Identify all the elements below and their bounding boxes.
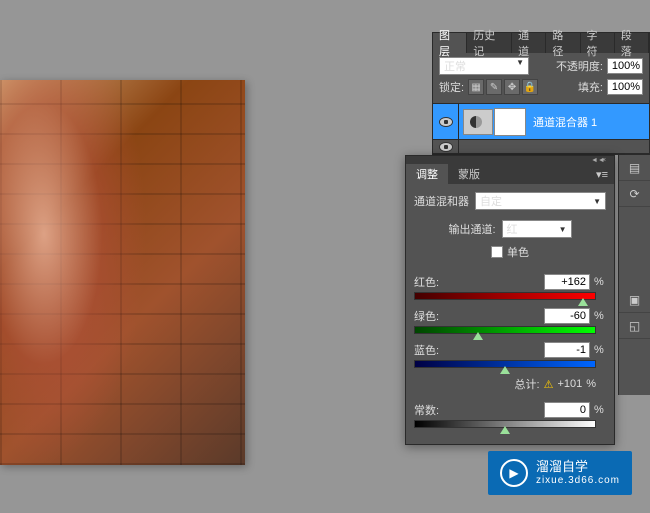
total-label: 总计: [515, 376, 540, 392]
layer-list: 通道混合器 1 [433, 103, 649, 154]
slider-green-input[interactable] [544, 308, 590, 324]
dock-icon[interactable]: ▤ [619, 155, 650, 181]
slider-constant-track[interactable] [414, 420, 596, 430]
dock-icon[interactable]: ◱ [619, 313, 650, 339]
visibility-toggle[interactable] [433, 104, 459, 139]
output-channel-select[interactable]: 红 ▼ [502, 220, 572, 238]
layers-panel-tabs: 图层 历史记 通道 路径 字符 段落 [433, 33, 649, 53]
slider-constant-label: 常数: [414, 402, 439, 418]
pct-label: % [586, 378, 596, 390]
blend-mode-value: 正常 [444, 61, 466, 73]
chevron-down-icon: ▼ [593, 197, 601, 206]
tab-paragraph[interactable]: 段落 [615, 33, 649, 53]
slider-green-track[interactable] [414, 326, 596, 336]
opacity-label: 不透明度: [556, 58, 603, 74]
output-channel-value: 红 [507, 221, 518, 237]
total-value: +101 [557, 378, 582, 390]
slider-green-label: 绿色: [414, 308, 439, 324]
opacity-input[interactable] [607, 58, 643, 74]
fill-input[interactable] [607, 79, 643, 95]
layer-row-channel-mixer[interactable]: 通道混合器 1 [433, 104, 649, 140]
right-dock-strip: ▤ ⟳ ▣ ◱ [618, 155, 650, 395]
slider-blue-input[interactable] [544, 342, 590, 358]
monochrome-label: 单色 [507, 244, 529, 260]
slider-blue: 蓝色: % [414, 342, 606, 370]
adjustments-panel: ◄◄ × 调整 蒙版 ▾≡ 通道混和器 自定 ▼ 输出通道: 红 ▼ 单色 [405, 155, 615, 445]
tab-history[interactable]: 历史记 [467, 33, 512, 53]
slider-red-label: 红色: [414, 274, 439, 290]
play-icon: ▶ [500, 459, 528, 487]
tab-paths[interactable]: 路径 [546, 33, 580, 53]
adjustments-tabs: 调整 蒙版 ▾≡ [406, 164, 614, 184]
mask-thumbnail [495, 109, 525, 135]
lock-all-icon[interactable]: 🔒 [522, 79, 538, 95]
slider-thumb-icon[interactable] [473, 332, 483, 340]
slider-thumb-icon[interactable] [500, 366, 510, 374]
watermark-url: zixue.3d66.com [536, 475, 620, 487]
pct-label: % [594, 344, 606, 356]
dock-icon[interactable]: ▣ [619, 287, 650, 313]
blend-mode-select[interactable]: 正常 ▼ [439, 57, 529, 75]
pct-label: % [594, 310, 606, 322]
collapse-icon[interactable]: ◄◄ [591, 157, 599, 163]
dock-icon[interactable]: ⟳ [619, 181, 650, 207]
preset-select[interactable]: 自定 ▼ [475, 192, 606, 210]
panel-menu-icon[interactable]: ▾≡ [596, 168, 608, 181]
warning-icon: ⚠ [544, 378, 554, 391]
tab-adjustments[interactable]: 调整 [406, 164, 448, 184]
adjustment-thumbnail [463, 109, 493, 135]
slider-thumb-icon[interactable] [578, 298, 588, 306]
lock-pixels-icon[interactable]: ✎ [486, 79, 502, 95]
pct-label: % [594, 276, 606, 288]
canvas-preview [0, 80, 245, 465]
slider-blue-label: 蓝色: [414, 342, 439, 358]
lock-icons: ▦ ✎ ✥ 🔒 [468, 79, 538, 95]
watermark-badge: ▶ 溜溜自学 zixue.3d66.com [488, 451, 632, 495]
eye-icon [439, 142, 453, 152]
tab-channels[interactable]: 通道 [512, 33, 546, 53]
layer-name: 通道混合器 1 [533, 114, 597, 130]
tab-character[interactable]: 字符 [581, 33, 615, 53]
slider-blue-track[interactable] [414, 360, 596, 370]
slider-green: 绿色: % [414, 308, 606, 336]
tab-masks[interactable]: 蒙版 [448, 164, 490, 184]
chevron-down-icon: ▼ [559, 225, 567, 234]
slider-red-input[interactable] [544, 274, 590, 290]
lock-position-icon[interactable]: ✥ [504, 79, 520, 95]
adjustment-title: 通道混和器 [414, 193, 469, 209]
monochrome-checkbox[interactable] [491, 246, 503, 258]
slider-thumb-icon[interactable] [500, 426, 510, 434]
layers-panel: 图层 历史记 通道 路径 字符 段落 正常 ▼ 不透明度: 锁定: ▦ ✎ ✥ … [432, 32, 650, 155]
close-icon[interactable]: × [602, 157, 610, 163]
layers-controls: 正常 ▼ 不透明度: 锁定: ▦ ✎ ✥ 🔒 填充: [433, 53, 649, 103]
slider-red-track[interactable] [414, 292, 596, 302]
slider-constant-input[interactable] [544, 402, 590, 418]
chevron-down-icon: ▼ [516, 58, 524, 67]
eye-icon [439, 117, 453, 127]
lock-label: 锁定: [439, 79, 464, 95]
fill-label: 填充: [578, 79, 603, 95]
slider-constant: 常数: % [414, 402, 606, 430]
slider-red: 红色: % [414, 274, 606, 302]
visibility-toggle[interactable] [433, 140, 459, 153]
output-channel-label: 输出通道: [448, 221, 495, 237]
preset-value: 自定 [480, 193, 502, 209]
layer-row[interactable] [433, 140, 649, 154]
watermark-title: 溜溜自学 [536, 459, 620, 475]
tab-layers[interactable]: 图层 [433, 33, 467, 53]
lock-transparency-icon[interactable]: ▦ [468, 79, 484, 95]
pct-label: % [594, 404, 606, 416]
panel-titlebar[interactable]: ◄◄ × [406, 156, 614, 164]
